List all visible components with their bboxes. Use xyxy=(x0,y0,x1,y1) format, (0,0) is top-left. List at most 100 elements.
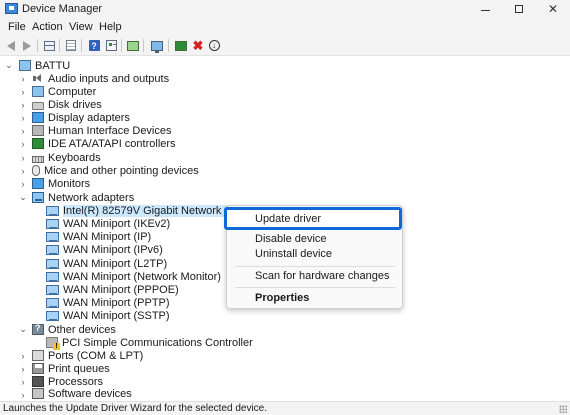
tree-child-label: WAN Miniport (IPv6) xyxy=(63,243,163,256)
tree-item-disk-drives[interactable]: Disk drives xyxy=(32,98,102,111)
uninstall-device-button[interactable]: ✖ xyxy=(191,39,205,52)
tree-item-monitors[interactable]: Monitors xyxy=(32,177,90,190)
scan-hardware-button[interactable] xyxy=(126,39,140,52)
tree-child-wan-sstp[interactable]: WAN Miniport (SSTP) xyxy=(46,309,170,322)
chevron-right-icon[interactable]: › xyxy=(19,72,27,85)
show-hide-console-tree-button[interactable] xyxy=(42,39,56,52)
menu-item-scan-hardware[interactable]: Scan for hardware changes xyxy=(227,268,402,284)
toolbar-separator xyxy=(121,39,122,52)
network-adapter-icon xyxy=(32,192,44,203)
chevron-right-icon[interactable]: › xyxy=(19,177,27,190)
ide-controller-icon xyxy=(32,138,44,149)
tree-item-display-adapters[interactable]: Display adapters xyxy=(32,111,130,124)
tree-item-label: Keyboards xyxy=(48,151,101,164)
tree-child-wan-ip[interactable]: WAN Miniport (IP) xyxy=(46,230,151,243)
tree-item-label: Computer xyxy=(48,85,97,98)
tree-root[interactable]: BATTU xyxy=(19,59,70,72)
device-properties-button[interactable] xyxy=(104,39,118,52)
chevron-right-icon[interactable]: › xyxy=(19,349,27,362)
tree-child-wan-ikev2[interactable]: WAN Miniport (IKEv2) xyxy=(46,217,170,230)
tree-item-ports[interactable]: Ports (COM & LPT) xyxy=(32,349,143,362)
maximize-icon xyxy=(515,5,523,13)
help-button[interactable]: ? xyxy=(87,39,101,52)
tree-item-hid[interactable]: Human Interface Devices xyxy=(32,124,172,137)
tree-item-network-adapters[interactable]: Network adapters xyxy=(32,191,134,204)
tree-item-label: Print queues xyxy=(48,362,110,375)
forward-arrow-icon xyxy=(23,40,31,51)
chevron-right-icon[interactable]: › xyxy=(19,98,27,111)
chevron-right-icon[interactable]: › xyxy=(19,375,27,388)
tree-child-label: WAN Miniport (L2TP) xyxy=(63,257,168,270)
tree-item-print-queues[interactable]: Print queues xyxy=(32,362,110,375)
menu-item-properties[interactable]: Properties xyxy=(227,290,402,306)
tree-item-other-devices[interactable]: Other devices xyxy=(32,323,116,336)
back-button[interactable] xyxy=(4,39,18,52)
menu-item-disable-device[interactable]: Disable device xyxy=(227,231,402,247)
chevron-right-icon[interactable]: › xyxy=(19,151,27,164)
network-card-icon xyxy=(46,258,59,269)
tree-item-audio[interactable]: Audio inputs and outputs xyxy=(32,72,169,85)
network-card-icon xyxy=(46,284,59,295)
chevron-down-icon[interactable]: ⌄ xyxy=(19,323,27,336)
menu-item-label: Properties xyxy=(255,292,310,304)
tree-child-label: PCI Simple Communications Controller xyxy=(62,336,253,349)
network-card-icon xyxy=(46,244,59,255)
close-button[interactable]: ✕ xyxy=(536,0,570,18)
chevron-right-icon[interactable]: › xyxy=(19,388,27,401)
toolbar-separator xyxy=(143,39,144,52)
tree-item-computer[interactable]: Computer xyxy=(32,85,96,98)
warning-device-icon xyxy=(46,337,60,350)
menu-separator xyxy=(235,287,395,288)
minimize-button[interactable] xyxy=(468,0,502,18)
status-text: Launches the Update Driver Wizard for th… xyxy=(3,403,268,414)
menu-view[interactable]: View xyxy=(69,21,93,33)
network-card-icon xyxy=(46,205,59,216)
chevron-right-icon[interactable]: › xyxy=(19,137,27,150)
forward-button[interactable] xyxy=(20,39,34,52)
menu-help[interactable]: Help xyxy=(99,21,122,33)
tree-child-wan-l2tp[interactable]: WAN Miniport (L2TP) xyxy=(46,257,167,270)
update-driver-icon xyxy=(175,40,187,51)
disable-device-button[interactable]: ↓ xyxy=(207,39,221,52)
tree-item-processors[interactable]: Processors xyxy=(32,375,103,388)
tree-child-label: WAN Miniport (IP) xyxy=(63,230,152,243)
tree-item-label: Other devices xyxy=(48,323,116,336)
chevron-right-icon[interactable]: › xyxy=(19,164,27,177)
toolbar-separator xyxy=(37,39,38,52)
menu-item-uninstall-device[interactable]: Uninstall device xyxy=(227,246,402,262)
window-title: Device Manager xyxy=(22,3,103,15)
chevron-right-icon[interactable]: › xyxy=(19,124,27,137)
tree-child-pci-controller[interactable]: PCI Simple Communications Controller xyxy=(46,336,253,350)
monitor-button[interactable] xyxy=(150,39,164,53)
tree-item-software-devices[interactable]: Software devices xyxy=(32,388,132,399)
device-manager-icon xyxy=(5,3,18,14)
properties-sheet-button[interactable] xyxy=(64,39,78,52)
resize-grip-icon[interactable] xyxy=(559,405,567,413)
tree-root-label: BATTU xyxy=(35,59,71,72)
chevron-down-icon[interactable]: ⌄ xyxy=(5,59,13,72)
menu-action[interactable]: Action xyxy=(32,21,63,33)
chevron-down-icon[interactable]: ⌄ xyxy=(19,191,27,204)
tree-child-wan-ipv6[interactable]: WAN Miniport (IPv6) xyxy=(46,243,163,256)
menu-file[interactable]: File xyxy=(8,21,26,33)
tree-item-mice[interactable]: Mice and other pointing devices xyxy=(32,164,199,177)
update-driver-button[interactable] xyxy=(174,39,188,52)
audio-icon xyxy=(32,73,44,84)
tree-item-ide[interactable]: IDE ATA/ATAPI controllers xyxy=(32,137,176,150)
chevron-right-icon[interactable]: › xyxy=(19,85,27,98)
menu-item-label: Scan for hardware changes xyxy=(255,270,390,282)
tree-item-label: Network adapters xyxy=(48,191,135,204)
tree-child-wan-pptp[interactable]: WAN Miniport (PPTP) xyxy=(46,296,170,309)
network-card-icon xyxy=(46,218,59,229)
maximize-button[interactable] xyxy=(502,0,536,18)
tree-child-wan-network-monitor[interactable]: WAN Miniport (Network Monitor) xyxy=(46,270,221,283)
menu-separator xyxy=(235,266,395,267)
tree-item-keyboards[interactable]: Keyboards xyxy=(32,151,101,164)
chevron-right-icon[interactable]: › xyxy=(19,111,27,124)
tree-child-label: WAN Miniport (PPPOE) xyxy=(63,283,179,296)
tree-item-label: Human Interface Devices xyxy=(48,124,172,137)
scan-hardware-icon xyxy=(127,40,139,51)
tree-child-wan-pppoe[interactable]: WAN Miniport (PPPOE) xyxy=(46,283,179,296)
chevron-right-icon[interactable]: › xyxy=(19,362,27,375)
menu-item-update-driver[interactable]: Update driver xyxy=(224,207,402,230)
